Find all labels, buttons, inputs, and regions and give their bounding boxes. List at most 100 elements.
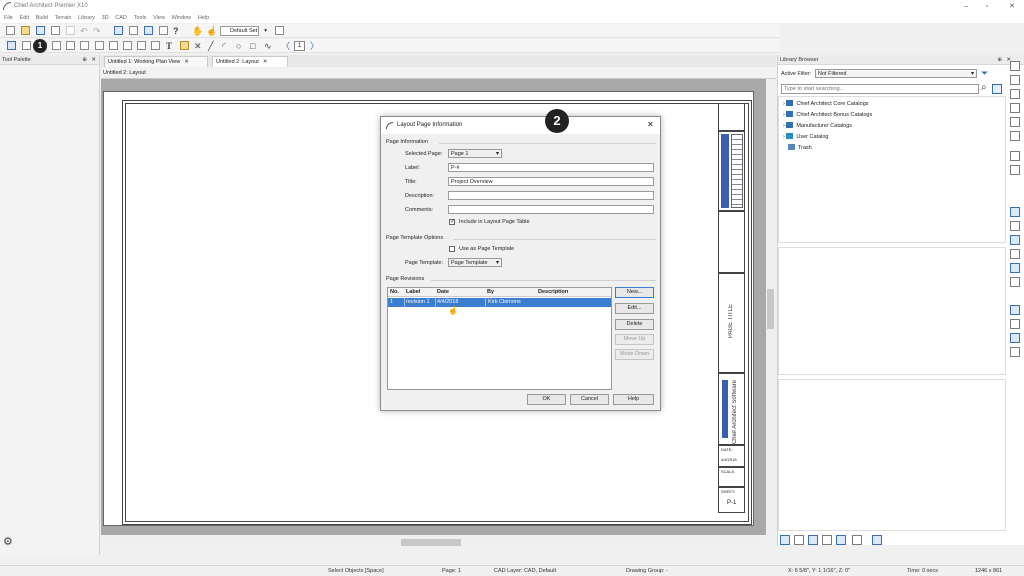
revisions-table[interactable]: No. Label Date By Description 1 revision… [387, 287, 612, 390]
previous-page-icon[interactable]: 〈 [281, 39, 290, 53]
menu-window[interactable]: Window [172, 13, 192, 23]
stairs-tool-icon[interactable] [95, 41, 104, 50]
callout-tool-icon[interactable] [180, 41, 189, 50]
label-field[interactable]: P-# [448, 163, 654, 172]
gear-icon[interactable]: ⚙ [3, 535, 13, 548]
menu-library[interactable]: Library [78, 13, 95, 23]
materials-icon[interactable] [159, 26, 168, 35]
rotate-icon[interactable] [1010, 277, 1020, 287]
include-checkbox[interactable]: ✓ [449, 219, 455, 225]
tree-item-user-catalog[interactable]: › User Catalog [783, 133, 828, 141]
library-list-icon[interactable] [822, 535, 832, 545]
menu-cad[interactable]: CAD [115, 13, 127, 23]
column-header[interactable]: By [487, 288, 494, 297]
camera-tool-icon[interactable] [137, 41, 146, 50]
checkmark-tool-icon[interactable] [275, 26, 284, 35]
description-field[interactable] [448, 191, 654, 200]
plan-icon[interactable] [129, 26, 138, 35]
sheet-icon[interactable] [1010, 347, 1020, 357]
library-options-icon[interactable] [836, 535, 846, 545]
window-tool-icon[interactable] [66, 41, 75, 50]
window-view-icon[interactable] [1010, 221, 1020, 231]
zoom-icon[interactable] [1010, 61, 1020, 71]
undo-zoom-icon[interactable] [1010, 151, 1020, 161]
page-template-dropdown[interactable]: Page Template [448, 258, 502, 267]
menu-edit[interactable]: Edit [20, 13, 29, 23]
material-view-icon[interactable] [1010, 235, 1020, 245]
filter-icon[interactable]: ⏷ [981, 68, 988, 79]
pin-icon[interactable]: ⊕ [82, 55, 87, 65]
comments-field[interactable] [448, 205, 654, 214]
snap-icon[interactable] [1010, 319, 1020, 329]
column-header[interactable]: No. [390, 288, 399, 297]
circle-tool-icon[interactable]: ○ [236, 39, 241, 53]
dimension-tool-icon[interactable] [151, 41, 160, 50]
menu-tools[interactable]: Tools [134, 13, 147, 23]
tree-item-bonus-catalogs[interactable]: › Chief Architect Bonus Catalogs [783, 111, 872, 119]
new-revision-button[interactable]: New... [615, 287, 654, 298]
save-icon[interactable] [36, 26, 45, 35]
fill-window-icon[interactable] [1010, 103, 1020, 113]
library-panel-icon[interactable] [852, 535, 862, 545]
menu-3d[interactable]: 3D [102, 13, 109, 23]
tree-item-manufacturer-catalogs[interactable]: › Manufacturer Catalogs [783, 122, 852, 130]
expand-chevron-icon[interactable]: › [783, 134, 785, 140]
print-icon[interactable] [51, 26, 60, 35]
title-field[interactable]: Project Overview [448, 177, 654, 186]
pan-icon[interactable] [1010, 131, 1020, 141]
line-tool-icon[interactable]: ╱ [208, 39, 213, 53]
add-item-icon[interactable] [794, 535, 804, 545]
new-file-icon[interactable] [6, 26, 15, 35]
cabinet-tool-icon[interactable] [80, 41, 89, 50]
edit-area-icon[interactable] [22, 41, 31, 50]
library-layout-icon[interactable] [872, 535, 882, 545]
redo-icon[interactable]: ↷ [93, 24, 101, 38]
menu-build[interactable]: Build [36, 13, 48, 23]
text-tool-icon[interactable]: T [166, 39, 172, 53]
library-view-icon[interactable] [808, 535, 818, 545]
library-search-input[interactable] [781, 84, 979, 94]
cancel-button[interactable]: Cancel [570, 394, 609, 405]
cut-icon[interactable] [66, 26, 75, 35]
arc-tool-icon[interactable]: ◜ [222, 39, 226, 53]
table-row[interactable]: 1 revision 1 4/4/2018 Kirk Clemons [388, 298, 611, 307]
door-tool-icon[interactable] [52, 41, 61, 50]
select-objects-icon[interactable] [7, 41, 16, 50]
zoom-in-icon[interactable] [1010, 75, 1020, 85]
ok-button[interactable]: OK [527, 394, 566, 405]
spline-tool-icon[interactable]: ∿ [264, 39, 272, 53]
page-number-box[interactable]: 1 [294, 41, 305, 51]
help-icon[interactable]: ? [173, 24, 179, 38]
roof-tool-icon[interactable] [109, 41, 118, 50]
vertical-scrollbar[interactable] [766, 79, 776, 535]
pin-icon[interactable]: ⊕ [997, 55, 1002, 65]
house-view-icon[interactable] [1010, 207, 1020, 217]
expand-chevron-icon[interactable]: › [783, 123, 785, 129]
scrollbar-thumb[interactable] [767, 289, 774, 329]
move-up-button[interactable]: Move Up [615, 334, 654, 345]
tree-item-core-catalogs[interactable]: › Chief Architect Core Catalogs [783, 100, 869, 108]
close-window-button[interactable]: ✕ [1006, 2, 1018, 11]
rectangle-tool-icon[interactable]: □ [250, 39, 255, 53]
undo-icon[interactable]: ↶ [80, 24, 88, 38]
menu-help[interactable]: Help [198, 13, 209, 23]
close-tab-icon[interactable]: ✕ [184, 59, 189, 65]
layer-display-icon[interactable] [114, 26, 123, 35]
menu-file[interactable]: File [4, 13, 13, 23]
tab-layout[interactable]: Untitled 2: Layout ✕ [212, 56, 288, 67]
measure-icon[interactable] [1010, 263, 1020, 273]
menu-view[interactable]: View [153, 13, 165, 23]
delete-x-icon[interactable]: ✕ [194, 39, 202, 53]
fill-building-icon[interactable] [1010, 117, 1020, 127]
refresh-icon[interactable] [780, 535, 790, 545]
help-button[interactable]: Help [613, 394, 654, 405]
default-set-dropdown[interactable]: Default Set ▾ [220, 26, 267, 36]
search-icon[interactable]: ⌕ [981, 82, 987, 93]
next-page-icon[interactable]: 〉 [310, 39, 319, 53]
selected-page-dropdown[interactable]: Page 1 [448, 149, 502, 158]
dialog-close-icon[interactable]: ✕ [647, 120, 654, 129]
page-setup-icon[interactable] [1010, 333, 1020, 343]
grid-icon[interactable] [1010, 305, 1020, 315]
expand-chevron-icon[interactable]: › [783, 101, 785, 107]
layout-view-icon[interactable] [1010, 249, 1020, 259]
